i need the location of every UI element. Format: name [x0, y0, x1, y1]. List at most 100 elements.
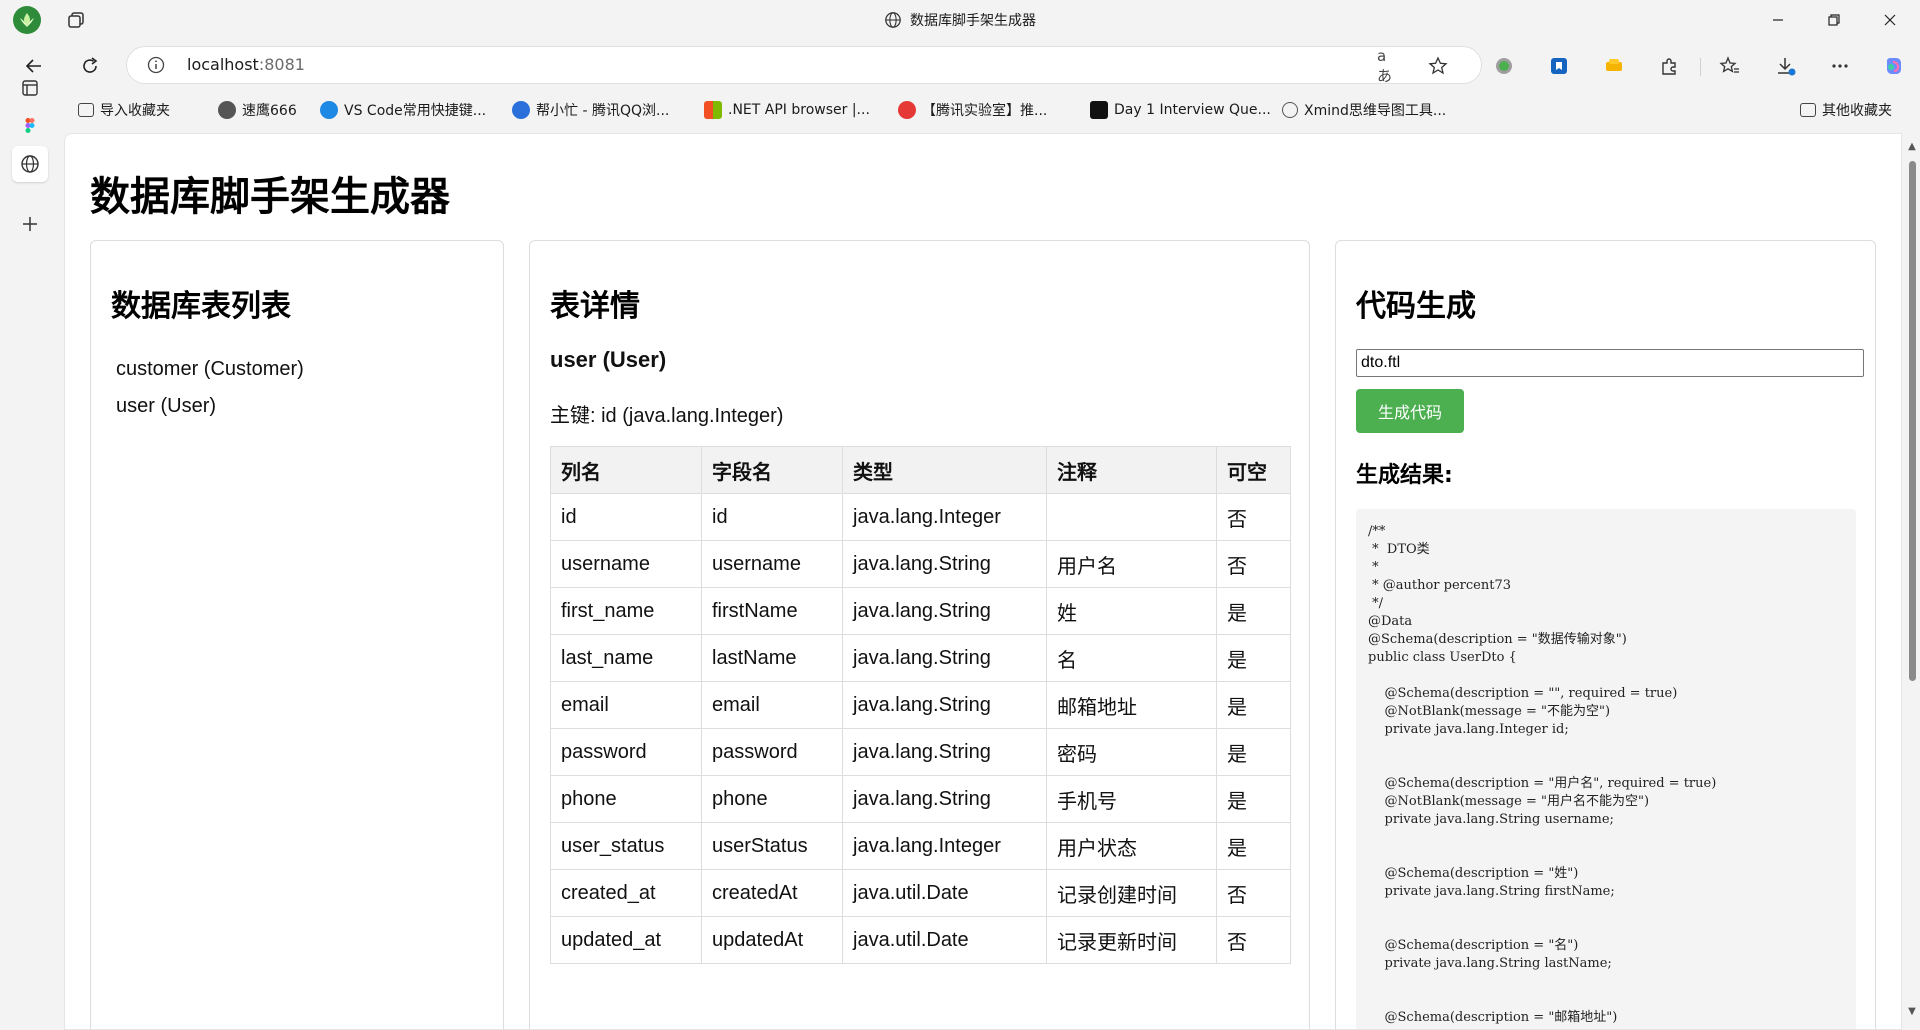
- globe-icon: [21, 155, 39, 173]
- table-cell: email: [550, 681, 702, 729]
- table-cell: java.util.Date: [842, 916, 1047, 964]
- table-cell: java.lang.String: [842, 775, 1047, 823]
- table-cell: created_at: [550, 869, 702, 917]
- sidebar-add-button[interactable]: [12, 206, 48, 242]
- sidebar-app-figma[interactable]: [12, 108, 48, 144]
- table-cell: 记录更新时间: [1046, 916, 1217, 964]
- favorites-bar: 导入收藏夹 速鹰666 VS Code常用快捷键... 帮小忙 - 腾讯QQ浏.…: [60, 90, 1920, 130]
- extension-shield-icon[interactable]: [1547, 54, 1571, 78]
- url-host: localhost: [187, 55, 259, 74]
- vscode-icon: [320, 101, 338, 119]
- table-row: updated_at updatedAt java.util.Date 记录更新时间否: [550, 916, 1291, 964]
- table-cell: 否: [1216, 916, 1291, 964]
- fav-item-6[interactable]: Day 1 Interview Que...: [1090, 98, 1271, 122]
- sidebar-app-web[interactable]: [12, 146, 48, 182]
- more-menu-icon[interactable]: [1828, 54, 1852, 78]
- site-info-icon[interactable]: [147, 56, 165, 74]
- folder-icon: [1800, 103, 1816, 117]
- table-list: customer (Customer) user (User): [116, 351, 304, 425]
- fav-item-7[interactable]: Xmind思维导图工具...: [1282, 98, 1446, 122]
- globe-icon: [885, 12, 901, 28]
- address-bar[interactable]: localhost:8081 aあ: [126, 46, 1482, 85]
- page-scrollbar[interactable]: ▲ ▼: [1904, 133, 1920, 1030]
- table-list-heading: 数据库表列表: [111, 289, 291, 324]
- extension-coin-icon[interactable]: [1602, 54, 1626, 78]
- table-cell: 密码: [1046, 728, 1217, 776]
- fav-item-3[interactable]: 帮小忙 - 腾讯QQ浏...: [512, 98, 669, 122]
- table-cell: 名: [1046, 634, 1217, 682]
- fav-item-5[interactable]: 【腾讯实验室】推...: [898, 98, 1047, 122]
- table-list-panel: 数据库表列表 customer (Customer) user (User): [90, 240, 504, 1029]
- table-cell: phone: [550, 775, 702, 823]
- window-title: 数据库脚手架生成器: [910, 13, 1036, 29]
- favorite-star-icon[interactable]: [1427, 55, 1449, 77]
- refresh-button[interactable]: [72, 48, 108, 84]
- table-row: user_status userStatus java.lang.Integer 用户…: [550, 822, 1291, 870]
- browser-sidebar: [0, 80, 60, 1030]
- table-cell: 记录创建时间: [1046, 869, 1217, 917]
- table-cell: java.lang.Integer: [842, 493, 1047, 541]
- table-cell: id: [701, 493, 843, 541]
- table-cell: 姓: [1046, 587, 1217, 635]
- table-cell: java.lang.String: [842, 634, 1047, 682]
- table-row: username username java.lang.String 用户名否: [550, 540, 1291, 588]
- other-favorites[interactable]: 其他收藏夹: [1800, 98, 1892, 122]
- other-favorites-label: 其他收藏夹: [1822, 103, 1892, 119]
- table-list-item[interactable]: user (User): [116, 388, 304, 425]
- fav-label: VS Code常用快捷键...: [344, 103, 487, 119]
- scroll-down-arrow-icon[interactable]: ▼: [1908, 1007, 1916, 1017]
- fav-item-0[interactable]: 导入收藏夹: [78, 98, 170, 122]
- table-cell: java.util.Date: [842, 869, 1047, 917]
- table-list-item[interactable]: customer (Customer): [116, 351, 304, 388]
- window-title-area: 数据库脚手架生成器: [0, 0, 1920, 40]
- table-row: email email java.lang.String 邮箱地址是: [550, 681, 1291, 729]
- fav-label: 速鹰666: [242, 103, 297, 119]
- fav-item-2[interactable]: VS Code常用快捷键...: [320, 98, 486, 122]
- title-bar: 数据库脚手架生成器: [0, 0, 1920, 40]
- translate-icon[interactable]: aあ: [1377, 47, 1399, 85]
- table-cell: updatedAt: [701, 916, 843, 964]
- close-button[interactable]: [1862, 0, 1918, 40]
- tab-actions-icon[interactable]: [66, 10, 86, 30]
- copilot-icon[interactable]: [1882, 54, 1906, 78]
- table-cell: 否: [1216, 869, 1291, 917]
- scroll-thumb[interactable]: [1909, 161, 1916, 681]
- scroll-up-arrow-icon[interactable]: ▲: [1908, 142, 1916, 152]
- template-input[interactable]: [1356, 349, 1864, 377]
- table-cell: userStatus: [701, 822, 843, 870]
- table-header-row: 列名 字段名 类型 注释 可空: [550, 446, 1291, 494]
- table-cell: user_status: [550, 822, 702, 870]
- table-cell: 是: [1216, 822, 1291, 870]
- extensions-puzzle-icon[interactable]: [1657, 54, 1681, 78]
- toolbar-divider: [1700, 58, 1701, 76]
- tab-sidebar-button[interactable]: [12, 70, 48, 106]
- table-cell: updated_at: [550, 916, 702, 964]
- fav-item-4[interactable]: .NET API browser |...: [704, 98, 870, 122]
- table-cell: 用户状态: [1046, 822, 1217, 870]
- table-cell: first_name: [550, 587, 702, 635]
- qq-icon: [512, 101, 530, 119]
- fav-label: 帮小忙 - 腾讯QQ浏...: [536, 103, 670, 119]
- table-cell: 用户名: [1046, 540, 1217, 588]
- favorites-icon[interactable]: [1718, 54, 1742, 78]
- table-cell: id: [550, 493, 702, 541]
- extension-circle-icon[interactable]: [1492, 54, 1516, 78]
- table-cell: 是: [1216, 634, 1291, 682]
- fav-item-1[interactable]: 速鹰666: [218, 98, 297, 122]
- browser-profile-icon[interactable]: [13, 6, 41, 34]
- navigation-bar: localhost:8081 aあ: [0, 40, 1920, 90]
- table-cell: java.lang.String: [842, 540, 1047, 588]
- column-header: 列名: [550, 446, 702, 494]
- downloads-icon[interactable]: [1773, 54, 1797, 78]
- table-cell: username: [550, 540, 702, 588]
- figma-icon: [25, 118, 35, 133]
- minimize-button[interactable]: [1750, 0, 1806, 40]
- table-row: phone phone java.lang.String 手机号是: [550, 775, 1291, 823]
- url-text[interactable]: localhost:8081: [187, 47, 305, 83]
- table-detail-panel: 表详情 user (User) 主键: id (java.lang.Intege…: [529, 240, 1310, 1029]
- table-cell: 是: [1216, 775, 1291, 823]
- generate-code-button[interactable]: 生成代码: [1356, 389, 1464, 433]
- microsoft-icon: [704, 101, 722, 119]
- restore-button[interactable]: [1806, 0, 1862, 40]
- table-cell: firstName: [701, 587, 843, 635]
